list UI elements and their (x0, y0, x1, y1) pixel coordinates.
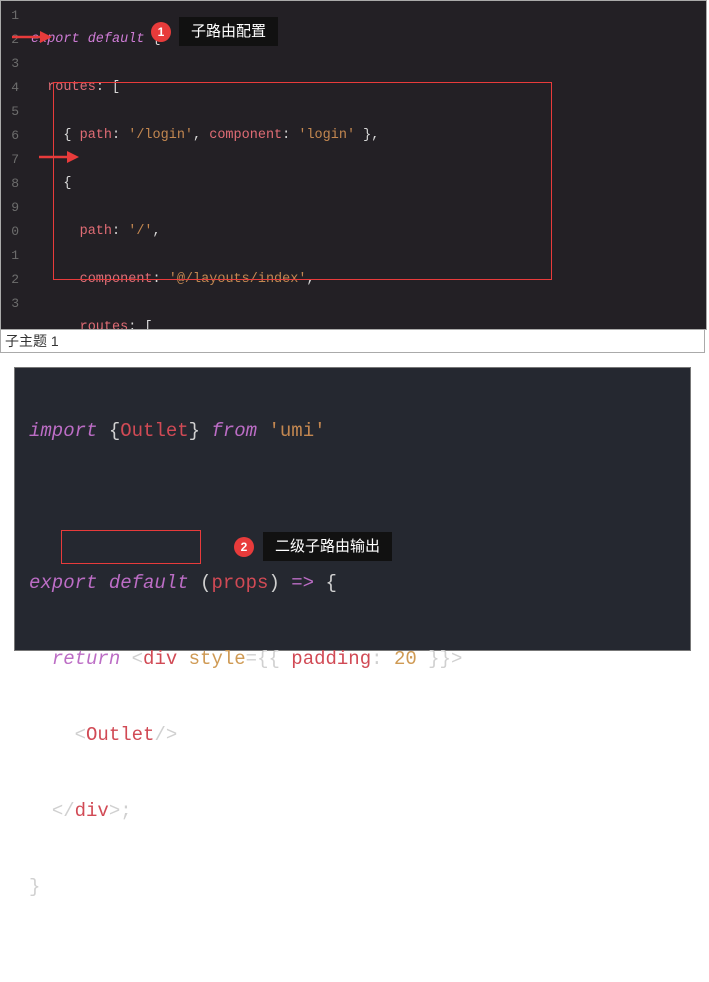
line-number-gutter: 1 2 3 4 5 6 7 8 9 0 1 2 3 (1, 1, 25, 329)
code-line: routes: [ (31, 316, 706, 330)
code-line: { path: '/login', component: 'login' }, (31, 124, 706, 148)
code-line: <Outlet/> (29, 716, 462, 754)
line-number: 3 (1, 292, 25, 316)
code-line: export default { (31, 28, 706, 52)
code-line (29, 488, 462, 526)
line-number: 5 (1, 100, 25, 124)
annotation-label-2: 二级子路由输出 (263, 532, 392, 561)
line-number: 2 (1, 28, 25, 52)
code-line: import {Outlet} from 'umi' (29, 412, 462, 450)
code-editor-bottom: import {Outlet} from 'umi' export defaul… (14, 367, 691, 651)
code-content-top: export default { routes: [ { path: '/log… (31, 1, 706, 330)
line-number: 4 (1, 76, 25, 100)
line-number: 1 (1, 4, 25, 28)
annotation-label-1: 子路由配置 (179, 17, 278, 46)
code-line: routes: [ (31, 76, 706, 100)
line-number: 3 (1, 52, 25, 76)
line-number: 2 (1, 268, 25, 292)
code-line: { (31, 172, 706, 196)
line-number: 8 (1, 172, 25, 196)
line-number: 6 (1, 124, 25, 148)
code-line: } (29, 868, 462, 906)
line-number: 1 (1, 244, 25, 268)
code-line: </div>; (29, 792, 462, 830)
code-line: component: '@/layouts/index', (31, 268, 706, 292)
code-line: return <div style={{ padding: 20 }}> (29, 640, 462, 678)
code-content-bottom: import {Outlet} from 'umi' export defaul… (29, 374, 462, 982)
line-number: 7 (1, 148, 25, 172)
code-editor-top: 1 2 3 4 5 6 7 8 9 0 1 2 3 export default… (0, 0, 707, 330)
code-line: export default (props) => { (29, 564, 462, 602)
annotation-badge-2: 2 (234, 537, 254, 557)
line-number: 0 (1, 220, 25, 244)
annotation-badge-1: 1 (151, 22, 171, 42)
line-number: 9 (1, 196, 25, 220)
subtitle: 子主题 1 (0, 330, 705, 353)
code-line: path: '/', (31, 220, 706, 244)
